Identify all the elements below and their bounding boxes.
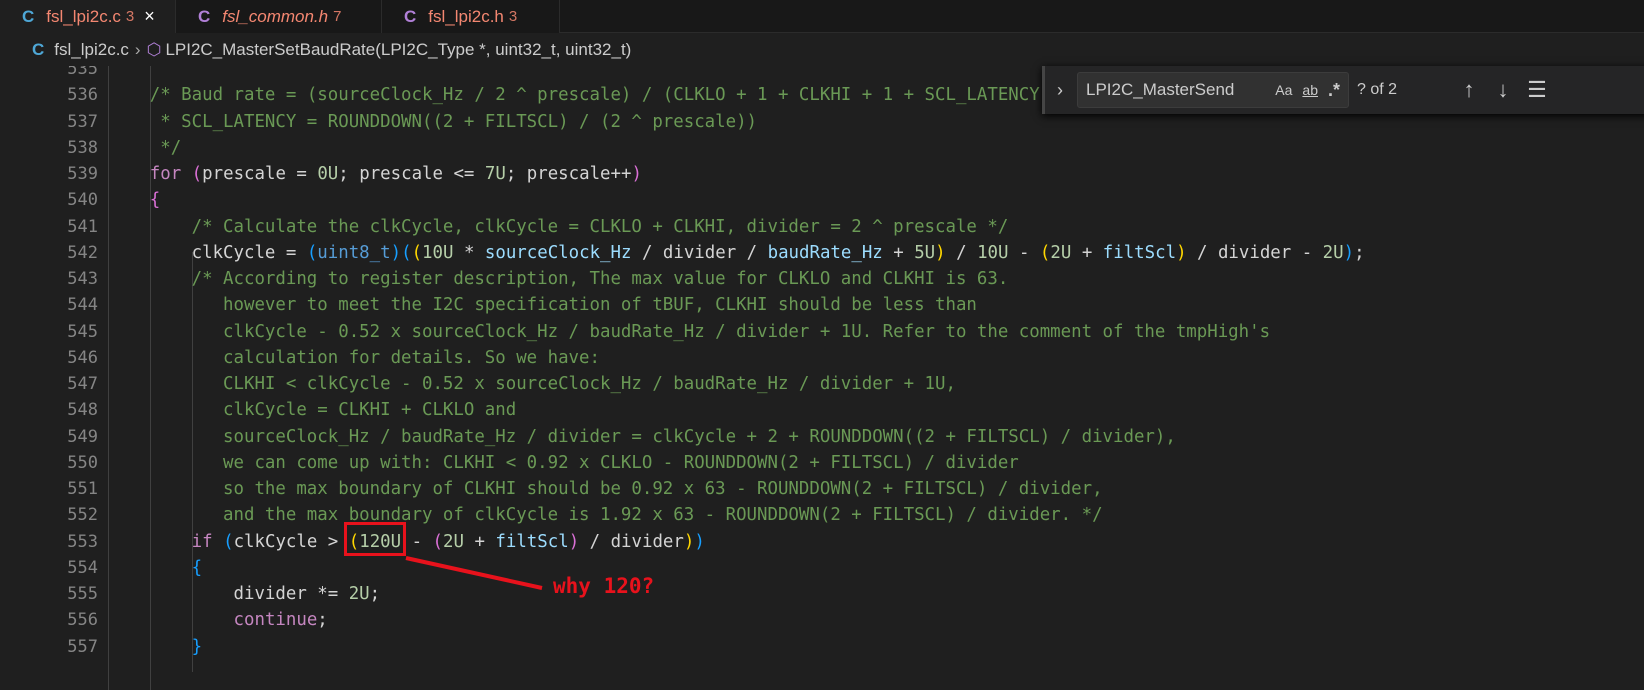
annotation-line [405, 556, 543, 590]
annotation-text: why 120? [553, 574, 655, 598]
